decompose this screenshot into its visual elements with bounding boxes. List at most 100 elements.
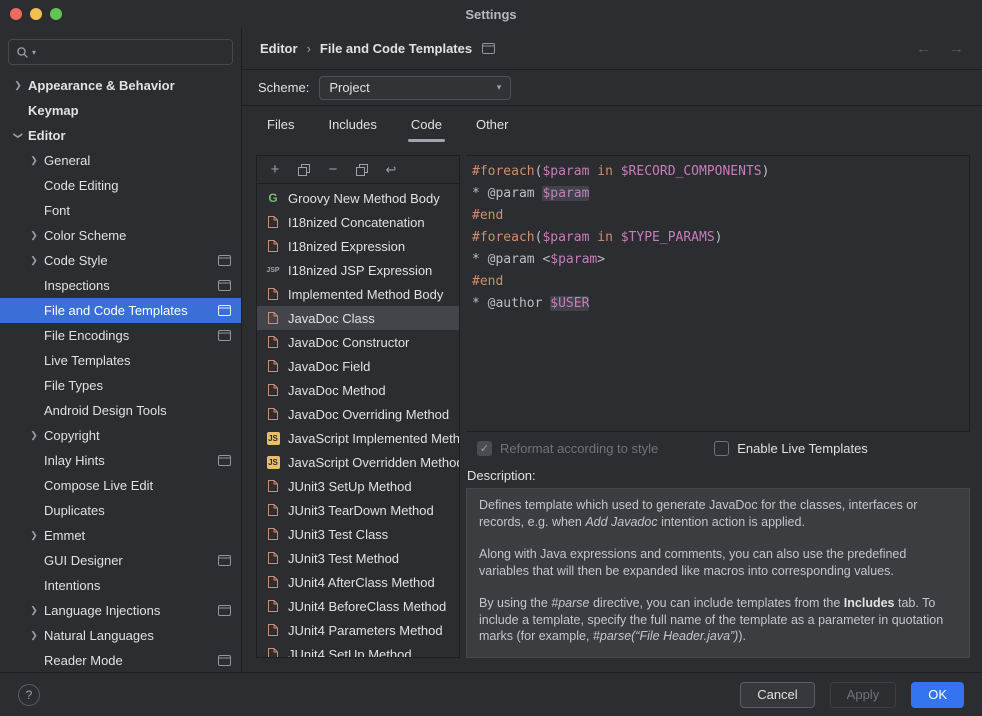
ok-button[interactable]: OK <box>911 682 964 708</box>
sidebar-item-color-scheme[interactable]: ❯Color Scheme <box>0 223 241 248</box>
monitor-icon <box>218 605 231 616</box>
template-junit4-setup-method[interactable]: JUnit4 SetUp Method <box>257 642 459 657</box>
sidebar-item-copyright[interactable]: ❯Copyright <box>0 423 241 448</box>
sidebar-item-intentions[interactable]: Intentions <box>0 573 241 598</box>
forward-button[interactable]: → <box>949 40 964 57</box>
sidebar-item-label: Natural Languages <box>44 628 154 643</box>
jsp-icon: JSP <box>266 267 279 274</box>
apply-button[interactable]: Apply <box>830 682 897 708</box>
file-template-icon <box>267 623 279 637</box>
sidebar-item-language-injections[interactable]: ❯Language Injections <box>0 598 241 623</box>
sidebar-item-label: Intentions <box>44 578 100 593</box>
sidebar-item-compose-live-edit[interactable]: Compose Live Edit <box>0 473 241 498</box>
reformat-checkbox: ✓ Reformat according to style <box>477 441 658 456</box>
template-editor[interactable]: #foreach($param in $RECORD_COMPONENTS) *… <box>466 155 970 432</box>
sidebar-item-file-and-code-templates[interactable]: File and Code Templates <box>0 298 241 323</box>
sidebar-item-inlay-hints[interactable]: Inlay Hints <box>0 448 241 473</box>
enable-live-templates-checkbox[interactable]: Enable Live Templates <box>714 441 868 456</box>
template-i18nized-expression[interactable]: I18nized Expression <box>257 234 459 258</box>
sidebar-item-gui-designer[interactable]: GUI Designer <box>0 548 241 573</box>
template-groovy-new-method-body[interactable]: GGroovy New Method Body <box>257 186 459 210</box>
template-javadoc-class[interactable]: JavaDoc Class <box>257 306 459 330</box>
javascript-icon: JS <box>267 456 280 469</box>
monitor-icon <box>218 305 231 316</box>
settings-dialog-body: ▾ ❯Appearance & BehaviorKeymap❯Editor❯Ge… <box>0 28 982 672</box>
template-junit3-test-method[interactable]: JUnit3 Test Method <box>257 546 459 570</box>
sidebar-item-editor[interactable]: ❯Editor <box>0 123 241 148</box>
template-javascript-implemented-method-body[interactable]: JSJavaScript Implemented Method Body <box>257 426 459 450</box>
footer: ? Cancel Apply OK <box>0 672 982 716</box>
template-junit4-parameters-method[interactable]: JUnit4 Parameters Method <box>257 618 459 642</box>
sidebar-item-file-types[interactable]: File Types <box>0 373 241 398</box>
template-javadoc-constructor[interactable]: JavaDoc Constructor <box>257 330 459 354</box>
cancel-button[interactable]: Cancel <box>740 682 814 708</box>
duplicate-icon[interactable] <box>297 163 311 177</box>
template-junit3-teardown-method[interactable]: JUnit3 TearDown Method <box>257 498 459 522</box>
scheme-row: Scheme: Project ▾ <box>242 70 982 106</box>
description-paragraph: Defines template which used to generate … <box>479 497 957 530</box>
tab-files[interactable]: Files <box>264 117 297 142</box>
tab-other[interactable]: Other <box>473 117 512 142</box>
sidebar-item-file-encodings[interactable]: File Encodings <box>0 323 241 348</box>
template-label: JUnit3 SetUp Method <box>288 479 412 494</box>
close-button[interactable] <box>10 8 22 20</box>
template-junit4-beforeclass-method[interactable]: JUnit4 BeforeClass Method <box>257 594 459 618</box>
file-template-icon <box>267 287 279 301</box>
tab-includes[interactable]: Includes <box>325 117 379 142</box>
sidebar-item-appearance-behavior[interactable]: ❯Appearance & Behavior <box>0 73 241 98</box>
chevron-right-icon: ❯ <box>24 430 44 441</box>
reset-icon[interactable]: ↩ <box>384 163 398 177</box>
breadcrumb-editor[interactable]: Editor <box>260 41 298 56</box>
back-button[interactable]: ← <box>916 40 931 57</box>
template-junit3-setup-method[interactable]: JUnit3 SetUp Method <box>257 474 459 498</box>
sidebar-item-label: File Encodings <box>44 328 129 343</box>
search-options-chevron-icon[interactable]: ▾ <box>32 48 36 57</box>
sidebar-item-keymap[interactable]: Keymap <box>0 98 241 123</box>
sidebar-item-code-style[interactable]: ❯Code Style <box>0 248 241 273</box>
monitor-icon <box>218 655 231 666</box>
sidebar-item-label: Emmet <box>44 528 85 543</box>
sidebar-item-duplicates[interactable]: Duplicates <box>0 498 241 523</box>
tab-code[interactable]: Code <box>408 117 445 142</box>
sidebar-item-label: Language Injections <box>44 603 160 618</box>
minimize-button[interactable] <box>30 8 42 20</box>
description-panel[interactable]: Defines template which used to generate … <box>466 488 970 658</box>
sidebar-item-natural-languages[interactable]: ❯Natural Languages <box>0 623 241 648</box>
add-icon[interactable]: + <box>268 163 282 177</box>
sidebar-item-label: Inspections <box>44 278 110 293</box>
monitor-icon <box>218 555 231 566</box>
sidebar-item-emmet[interactable]: ❯Emmet <box>0 523 241 548</box>
template-implemented-method-body[interactable]: Implemented Method Body <box>257 282 459 306</box>
template-junit4-afterclass-method[interactable]: JUnit4 AfterClass Method <box>257 570 459 594</box>
search-field[interactable]: ▾ <box>8 39 233 65</box>
code-line: * @param <$param> <box>472 249 963 271</box>
template-list: GGroovy New Method BodyI18nized Concaten… <box>257 184 459 657</box>
template-javadoc-method[interactable]: JavaDoc Method <box>257 378 459 402</box>
template-javadoc-field[interactable]: JavaDoc Field <box>257 354 459 378</box>
template-i18nized-concatenation[interactable]: I18nized Concatenation <box>257 210 459 234</box>
remove-icon[interactable]: − <box>326 163 340 177</box>
search-icon <box>16 46 29 59</box>
template-javascript-overridden-method-body[interactable]: JSJavaScript Overridden Method Body <box>257 450 459 474</box>
template-editor-column: #foreach($param in $RECORD_COMPONENTS) *… <box>466 155 970 658</box>
sidebar-item-code-editing[interactable]: Code Editing <box>0 173 241 198</box>
sidebar-item-label: Android Design Tools <box>44 403 167 418</box>
template-i18nized-jsp-expression[interactable]: JSPI18nized JSP Expression <box>257 258 459 282</box>
template-junit3-test-class[interactable]: JUnit3 Test Class <box>257 522 459 546</box>
zoom-button[interactable] <box>50 8 62 20</box>
file-template-icon <box>267 383 279 397</box>
sidebar-item-label: Font <box>44 203 70 218</box>
sidebar-item-android-design-tools[interactable]: Android Design Tools <box>0 398 241 423</box>
sidebar-item-font[interactable]: Font <box>0 198 241 223</box>
sidebar-item-live-templates[interactable]: Live Templates <box>0 348 241 373</box>
scheme-select[interactable]: Project ▾ <box>319 76 511 100</box>
sidebar-item-general[interactable]: ❯General <box>0 148 241 173</box>
sidebar-item-inspections[interactable]: Inspections <box>0 273 241 298</box>
sidebar-item-reader-mode[interactable]: Reader Mode <box>0 648 241 672</box>
help-button[interactable]: ? <box>18 684 40 706</box>
template-javadoc-overriding-method[interactable]: JavaDoc Overriding Method <box>257 402 459 426</box>
search-input[interactable] <box>39 45 225 60</box>
copy-icon[interactable] <box>355 163 369 177</box>
sidebar-item-label: Duplicates <box>44 503 105 518</box>
template-label: JUnit4 SetUp Method <box>288 647 412 658</box>
